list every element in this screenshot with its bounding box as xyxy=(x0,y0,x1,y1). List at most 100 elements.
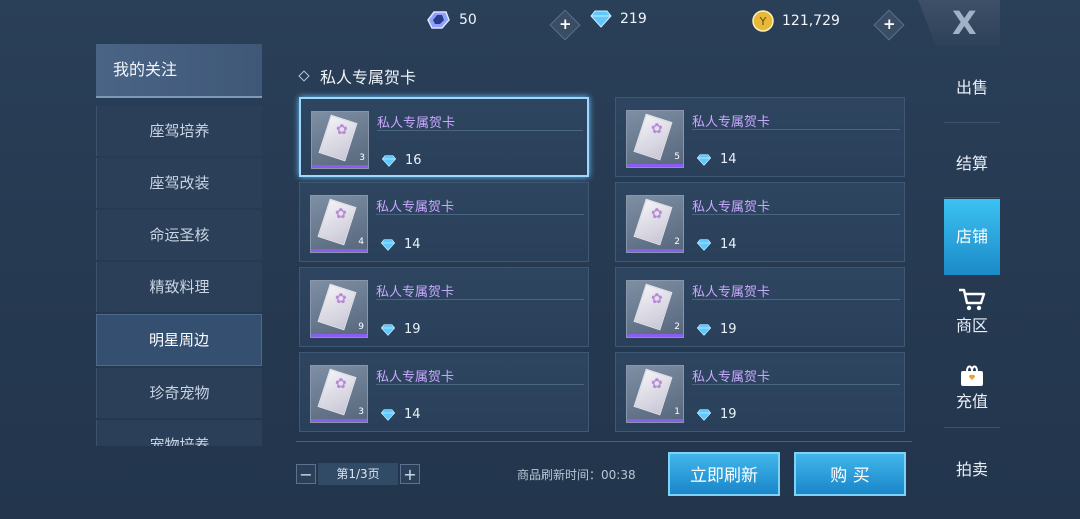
item-card[interactable]: ✿ 2 私人专属贺卡 19 xyxy=(615,267,905,347)
diamond-icon xyxy=(590,10,612,28)
nav-recharge[interactable]: 充值 xyxy=(944,362,1000,412)
item-card[interactable]: ✿ 9 私人专属贺卡 19 xyxy=(299,267,589,347)
plus-icon: + xyxy=(559,15,572,34)
item-divider xyxy=(692,214,900,215)
cart-icon xyxy=(959,288,986,311)
greeting-card-thumbnail: ✿ 2 xyxy=(626,195,684,253)
panel-title: 私人专属贺卡 xyxy=(298,64,416,88)
nav-shop[interactable]: 店铺 xyxy=(944,199,1000,275)
add-crystal-button[interactable]: + xyxy=(549,9,581,41)
category-list[interactable]: 我的关注 座驾培养 座驾改装 命运圣核 精致料理 明星周边 珍奇宠物 宠物培养 xyxy=(96,44,262,446)
item-divider xyxy=(376,214,584,215)
item-name: 私人专属贺卡 xyxy=(376,200,455,215)
nav-sell[interactable]: 出售 xyxy=(944,74,1000,98)
nav-divider xyxy=(944,122,1000,123)
nav-checkout[interactable]: 结算 xyxy=(944,150,1000,174)
prev-page-button[interactable]: − xyxy=(296,464,316,484)
category-item[interactable]: 珍奇宠物 xyxy=(96,368,262,418)
crystal-icon xyxy=(427,11,450,29)
greeting-card-thumbnail: ✿ 2 xyxy=(626,280,684,338)
rarity-bar xyxy=(311,249,367,252)
item-divider xyxy=(376,384,584,385)
close-icon[interactable]: X xyxy=(952,4,977,42)
category-item[interactable]: 座驾改装 xyxy=(96,158,262,208)
diamond-amount: 219 xyxy=(620,11,647,27)
rose-icon: ✿ xyxy=(335,291,347,307)
item-divider xyxy=(692,384,900,385)
bullet-icon xyxy=(298,70,310,82)
refresh-label: 商品刷新时间： xyxy=(517,468,602,482)
category-item[interactable]: 宠物培养 xyxy=(96,420,262,446)
item-name: 私人专属贺卡 xyxy=(376,285,455,300)
greeting-card-thumbnail: ✿ 1 xyxy=(626,365,684,423)
add-gold-button[interactable]: + xyxy=(873,9,905,41)
item-price: 14 xyxy=(696,152,737,167)
greeting-card-thumbnail: ✿ 5 xyxy=(626,110,684,168)
rarity-bar xyxy=(311,334,367,337)
item-price-value: 16 xyxy=(405,153,422,168)
greeting-card-thumbnail: ✿ 3 xyxy=(311,111,369,169)
item-divider xyxy=(692,129,900,130)
item-name: 私人专属贺卡 xyxy=(377,116,456,131)
svg-text:Y: Y xyxy=(759,15,767,28)
rose-icon: ✿ xyxy=(651,291,663,307)
item-quantity: 9 xyxy=(358,322,364,332)
gold-currency: Y 121,729 xyxy=(752,10,840,32)
item-price-value: 14 xyxy=(720,152,737,167)
diamond-currency: 219 xyxy=(590,10,647,28)
category-item[interactable]: 座驾培养 xyxy=(96,106,262,156)
item-quantity: 1 xyxy=(674,407,680,417)
rarity-bar xyxy=(311,419,367,422)
item-name: 私人专属贺卡 xyxy=(692,370,771,385)
item-card[interactable]: ✿ 2 私人专属贺卡 14 xyxy=(615,182,905,262)
item-card[interactable]: ✿ 4 私人专属贺卡 14 xyxy=(299,182,589,262)
category-item[interactable]: 精致料理 xyxy=(96,262,262,312)
refresh-now-button[interactable]: 立即刷新 xyxy=(668,452,780,496)
diamond-icon xyxy=(380,408,396,421)
nav-auction[interactable]: 拍卖 xyxy=(944,456,1000,480)
nav-divider xyxy=(944,427,1000,428)
nav-divider xyxy=(944,197,1000,198)
crystal-amount: 50 xyxy=(459,12,477,28)
item-quantity: 2 xyxy=(674,322,680,332)
item-price: 19 xyxy=(380,322,421,337)
item-name: 私人专属贺卡 xyxy=(692,115,771,130)
greeting-card-thumbnail: ✿ 3 xyxy=(310,365,368,423)
item-price: 14 xyxy=(696,237,737,252)
item-price: 14 xyxy=(380,407,421,422)
item-quantity: 3 xyxy=(358,407,364,417)
category-item[interactable]: 命运圣核 xyxy=(96,210,262,260)
item-name: 私人专属贺卡 xyxy=(692,200,771,215)
item-price: 19 xyxy=(696,407,737,422)
gold-coin-icon: Y xyxy=(752,10,774,32)
refresh-timer: 商品刷新时间：00:38 xyxy=(517,466,636,483)
item-price-value: 19 xyxy=(720,322,737,337)
plus-icon: + xyxy=(883,15,896,34)
item-card[interactable]: ✿ 5 私人专属贺卡 14 xyxy=(615,97,905,177)
item-divider xyxy=(377,130,583,131)
rose-icon: ✿ xyxy=(651,376,663,392)
item-quantity: 5 xyxy=(674,152,680,162)
item-quantity: 2 xyxy=(674,237,680,247)
item-card[interactable]: ✿ 3 私人专属贺卡 14 xyxy=(299,352,589,432)
next-page-button[interactable]: + xyxy=(400,464,420,484)
nav-mall[interactable]: 商区 xyxy=(944,286,1000,336)
item-card[interactable]: ✿ 1 私人专属贺卡 19 xyxy=(615,352,905,432)
refresh-time-value: 00:38 xyxy=(601,468,636,482)
diamond-icon xyxy=(696,153,712,166)
gold-amount: 121,729 xyxy=(782,13,840,29)
greeting-card-thumbnail: ✿ 4 xyxy=(310,195,368,253)
item-divider xyxy=(376,299,584,300)
buy-button[interactable]: 购 买 xyxy=(794,452,906,496)
item-card[interactable]: ✿ 3 私人专属贺卡 16 xyxy=(299,97,589,177)
item-price-value: 14 xyxy=(404,237,421,252)
diamond-icon xyxy=(696,408,712,421)
item-name: 私人专属贺卡 xyxy=(692,285,771,300)
category-item-active[interactable]: 明星周边 xyxy=(96,314,262,366)
rose-icon: ✿ xyxy=(335,206,347,222)
diamond-icon xyxy=(380,323,396,336)
diamond-icon xyxy=(381,154,397,167)
greeting-card-thumbnail: ✿ 9 xyxy=(310,280,368,338)
item-price-value: 14 xyxy=(404,407,421,422)
category-header-favorites[interactable]: 我的关注 xyxy=(96,44,262,98)
